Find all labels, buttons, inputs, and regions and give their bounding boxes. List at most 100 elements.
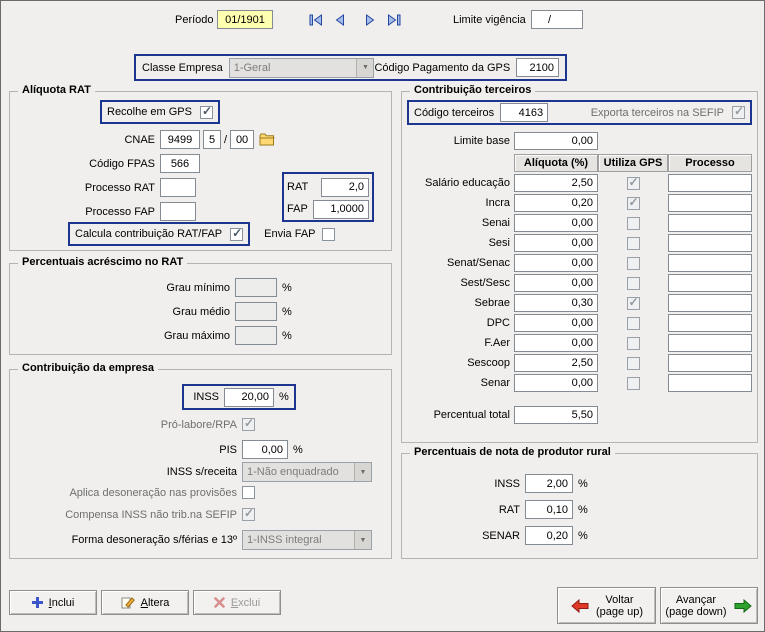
produtor-inss-row: INSS 2,00 %: [402, 474, 588, 493]
envia-fap-checkbox[interactable]: [322, 228, 335, 241]
inss-receita-select[interactable]: 1-Não enquadrado ▼: [242, 462, 372, 482]
aliquota-field[interactable]: 0,00: [514, 334, 598, 352]
utiliza-gps-checkbox[interactable]: [627, 357, 640, 370]
aliquota-field[interactable]: 0,30: [514, 294, 598, 312]
cnae-suffix-input[interactable]: 00: [230, 130, 254, 149]
processo-field[interactable]: [668, 254, 752, 272]
limite-base-input[interactable]: 0,00: [514, 132, 598, 150]
nav-last-button[interactable]: [384, 11, 404, 29]
table-row-incra: Incra 0,20: [404, 194, 752, 212]
utiliza-gps-checkbox[interactable]: [627, 237, 640, 250]
aliquota-field[interactable]: 0,00: [514, 314, 598, 332]
fap-input[interactable]: 1,0000: [313, 200, 369, 219]
avancar-button[interactable]: Avançar (page down): [660, 587, 758, 624]
processo-field[interactable]: [668, 274, 752, 292]
terceiros-table-header: Alíquota (%) Utiliza GPS Processo: [404, 154, 752, 172]
processo-fap-input[interactable]: [160, 202, 196, 221]
inss-panel: INSS 20,00 %: [182, 384, 296, 410]
label-key: A: [141, 597, 148, 609]
processo-field[interactable]: [668, 214, 752, 232]
voltar-button[interactable]: Voltar (page up): [557, 587, 656, 624]
envia-fap-label: Envia FAP: [264, 228, 315, 240]
recolhe-gps-panel: Recolhe em GPS: [100, 100, 220, 124]
forma-desoneracao-value: 1-INSS integral: [243, 534, 354, 546]
inss-input[interactable]: 20,00: [224, 388, 274, 407]
row-label: F.Aer: [404, 337, 510, 349]
prolabore-checkbox[interactable]: [242, 418, 255, 431]
pis-input[interactable]: 0,00: [242, 440, 288, 459]
grau-minimo-input[interactable]: [235, 278, 277, 297]
percent-sign: %: [578, 530, 588, 542]
forma-desoneracao-select[interactable]: 1-INSS integral ▼: [242, 530, 372, 550]
aliquota-field[interactable]: 2,50: [514, 174, 598, 192]
processo-field[interactable]: [668, 194, 752, 212]
aplica-desoneracao-checkbox[interactable]: [242, 486, 255, 499]
first-record-icon: [308, 14, 324, 26]
cnae-digit-input[interactable]: 5: [203, 130, 221, 149]
alterar-button[interactable]: Altera: [101, 590, 189, 615]
utiliza-gps-checkbox[interactable]: [627, 337, 640, 350]
utiliza-gps-checkbox[interactable]: [627, 177, 640, 190]
produtor-inss-input[interactable]: 2,00: [525, 474, 573, 493]
exporta-sefip-checkbox[interactable]: [732, 106, 745, 119]
cnae-lookup-icon[interactable]: [259, 133, 275, 146]
processo-field[interactable]: [668, 334, 752, 352]
group-acrescimo-rat-title: Percentuais acréscimo no RAT: [18, 256, 187, 268]
nav-previous-button[interactable]: [330, 11, 350, 29]
header-processo: Processo: [668, 154, 752, 172]
avancar-subtext: (page down): [665, 606, 726, 618]
chevron-down-icon: ▼: [354, 531, 371, 549]
aliquota-field[interactable]: 0,00: [514, 374, 598, 392]
grau-maximo-input[interactable]: [235, 326, 277, 345]
processo-field[interactable]: [668, 234, 752, 252]
voltar-subtext: (page up): [596, 606, 643, 618]
utiliza-gps-checkbox[interactable]: [627, 377, 640, 390]
produtor-rat-input[interactable]: 0,10: [525, 500, 573, 519]
incluir-button[interactable]: Inclui: [9, 590, 97, 615]
processo-field[interactable]: [668, 314, 752, 332]
grau-medio-input[interactable]: [235, 302, 277, 321]
codigo-terceiros-input[interactable]: 4163: [500, 103, 548, 122]
processo-field[interactable]: [668, 354, 752, 372]
aliquota-field[interactable]: 0,00: [514, 274, 598, 292]
header-aliquota: Alíquota (%): [514, 154, 598, 172]
compensa-inss-checkbox[interactable]: [242, 508, 255, 521]
gps-code-input[interactable]: 2100: [516, 58, 559, 77]
processo-field[interactable]: [668, 374, 752, 392]
percentual-total-row: Percentual total 5,50: [404, 406, 598, 424]
recolhe-gps-checkbox[interactable]: [200, 106, 213, 119]
calcula-rat-fap-checkbox[interactable]: [230, 228, 243, 241]
utiliza-gps-checkbox[interactable]: [627, 197, 640, 210]
percentual-total-input[interactable]: 5,50: [514, 406, 598, 424]
fap-value-label: FAP: [287, 203, 308, 215]
processo-field[interactable]: [668, 294, 752, 312]
rat-input[interactable]: 2,0: [321, 178, 369, 197]
period-label: Período: [175, 14, 214, 26]
fpas-input[interactable]: 566: [160, 154, 200, 173]
table-row-sescoop: Sescoop 2,50: [404, 354, 752, 372]
utiliza-gps-checkbox[interactable]: [627, 257, 640, 270]
utiliza-gps-checkbox[interactable]: [627, 317, 640, 330]
produtor-inss-label: INSS: [402, 478, 520, 490]
avancar-text: Avançar: [665, 594, 726, 606]
produtor-rat-row: RAT 0,10 %: [402, 500, 588, 519]
processo-rat-input[interactable]: [160, 178, 196, 197]
excluir-button[interactable]: Exclui: [193, 590, 281, 615]
nav-next-button[interactable]: [360, 11, 380, 29]
limit-input[interactable]: /: [531, 10, 583, 29]
class-select[interactable]: 1-Geral ▼: [229, 58, 375, 78]
aliquota-field[interactable]: 2,50: [514, 354, 598, 372]
aliquota-field[interactable]: 0,00: [514, 214, 598, 232]
nav-first-button[interactable]: [306, 11, 326, 29]
utiliza-gps-checkbox[interactable]: [627, 277, 640, 290]
period-input[interactable]: 01/1901: [217, 10, 273, 29]
utiliza-gps-checkbox[interactable]: [627, 217, 640, 230]
produtor-senar-input[interactable]: 0,20: [525, 526, 573, 545]
cnae-input[interactable]: 9499: [160, 130, 200, 149]
processo-field[interactable]: [668, 174, 752, 192]
codigo-terceiros-panel: Código terceiros 4163 Exporta terceiros …: [407, 100, 752, 125]
utiliza-gps-checkbox[interactable]: [627, 297, 640, 310]
aliquota-field[interactable]: 0,00: [514, 234, 598, 252]
aliquota-field[interactable]: 0,20: [514, 194, 598, 212]
aliquota-field[interactable]: 0,00: [514, 254, 598, 272]
